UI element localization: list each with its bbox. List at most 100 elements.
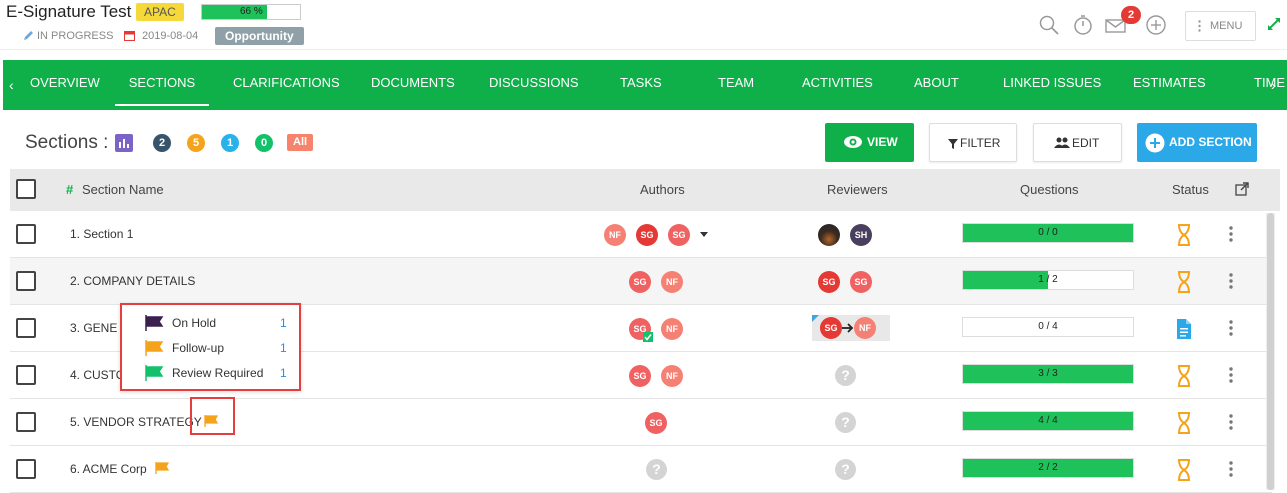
row-menu-icon[interactable] [1229,273,1233,289]
author-avatar[interactable]: SG [629,365,651,387]
unassigned-question-icon[interactable]: ? [835,412,856,433]
questions-count: 0 / 4 [1038,321,1058,332]
funnel-icon [948,139,958,149]
tab-overview[interactable]: OVERVIEW [30,60,100,106]
author-avatar[interactable]: NF [661,318,683,340]
hourglass-icon[interactable] [1176,271,1192,293]
menu-button[interactable]: MENU [1185,11,1256,41]
count-badge-green[interactable]: 0 [255,134,273,152]
tab-sections[interactable]: SECTIONS [115,60,209,106]
row-checkbox[interactable] [16,271,36,291]
flag-summary-popup: On Hold 1 Follow-up 1 Review Required 1 [120,303,301,391]
column-authors[interactable]: Authors [640,169,685,211]
tab-linked-issues[interactable]: LINKED ISSUES [1003,60,1101,106]
author-avatar[interactable]: NF [661,365,683,387]
flag-count[interactable]: 1 [280,314,287,332]
edit-button[interactable]: EDIT [1033,123,1122,162]
eye-icon [844,136,862,148]
row-menu-icon[interactable] [1229,226,1233,242]
row-checkbox[interactable] [16,365,36,385]
row-menu-icon[interactable] [1229,320,1233,336]
table-row[interactable]: 6. ACME Corp ? ? 2 / 2 [10,446,1272,493]
bar-chart-icon [119,139,129,148]
section-name[interactable]: 4. CUSTO [70,352,125,398]
unassigned-question-icon[interactable]: ? [646,459,667,480]
view-button[interactable]: VIEW [825,123,914,162]
tab-estimates[interactable]: ESTIMATES [1133,60,1206,106]
tab-tasks[interactable]: TASKS [620,60,662,106]
unassigned-question-icon[interactable]: ? [835,459,856,480]
tab-team[interactable]: TEAM [718,60,754,106]
add-section-button[interactable]: ADD SECTION [1137,123,1257,162]
column-section-name[interactable]: Section Name [82,169,164,211]
reviewer-avatar[interactable]: SH [850,224,872,246]
search-icon[interactable] [1038,14,1060,36]
section-name[interactable]: 3. GENE [70,305,117,351]
hourglass-icon[interactable] [1176,459,1192,481]
review-flow[interactable]: SG NF [812,315,890,341]
author-avatar[interactable]: SG [629,271,651,293]
reviewer-avatar[interactable]: SG [818,271,840,293]
hourglass-icon[interactable] [1176,365,1192,387]
caret-down-icon[interactable] [700,232,708,237]
count-badge-orange[interactable]: 5 [187,134,205,152]
nav-right-arrow-icon[interactable]: › [1271,77,1276,93]
all-filter-button[interactable]: All [287,134,314,151]
author-avatar[interactable]: SG [645,412,667,434]
row-menu-icon[interactable] [1229,414,1233,430]
reviewer-avatar[interactable]: SG [850,271,872,293]
expand-icon[interactable] [1267,17,1281,31]
tab-clarifications[interactable]: CLARIFICATIONS [233,60,340,106]
questions-progress: 2 / 2 [962,458,1134,478]
tab-discussions[interactable]: DISCUSSIONS [489,60,579,106]
table-row[interactable]: 2. COMPANY DETAILS SG NF SG SG 1 / 2 [10,258,1272,305]
tab-about[interactable]: ABOUT [914,60,959,106]
tab-documents[interactable]: DOCUMENTS [371,60,455,106]
column-questions[interactable]: Questions [1020,169,1079,211]
nav-left-arrow-icon[interactable]: ‹ [9,77,14,93]
unassigned-question-icon[interactable]: ? [835,365,856,386]
table-row[interactable]: 1. Section 1 NF SG SG SH 0 / 0 [10,211,1272,258]
flag-label: On Hold [172,316,217,330]
questions-count: 4 / 4 [1038,415,1058,426]
tab-time[interactable]: TIME [1254,60,1285,106]
flag-icon[interactable] [155,462,169,474]
author-avatar[interactable]: SG [668,224,690,246]
section-name[interactable]: 5. VENDOR STRATEGY [70,399,202,445]
filter-button[interactable]: FILTER [929,123,1017,162]
row-checkbox[interactable] [16,318,36,338]
row-checkbox[interactable] [16,224,36,244]
row-checkbox[interactable] [16,412,36,432]
reviewer-avatar-photo[interactable] [818,224,840,246]
column-status[interactable]: Status [1172,169,1209,211]
row-menu-icon[interactable] [1229,461,1233,477]
edit-label: EDIT [1072,136,1100,150]
external-link-icon[interactable] [1235,182,1249,196]
select-all-checkbox[interactable] [16,179,36,199]
section-name[interactable]: 2. COMPANY DETAILS [70,258,195,304]
tab-activities[interactable]: ACTIVITIES [802,60,873,106]
count-badge-dark[interactable]: 2 [153,134,171,152]
flag-label: Follow-up [172,341,225,355]
flag-highlight-box [190,397,235,435]
count-badge-blue[interactable]: 1 [221,134,239,152]
row-menu-icon[interactable] [1229,367,1233,383]
scrollbar[interactable] [1266,213,1275,490]
document-icon[interactable] [1176,318,1192,340]
author-avatar[interactable]: NF [661,271,683,293]
author-avatar[interactable]: SG [636,224,658,246]
author-avatar[interactable]: NF [604,224,626,246]
arrow-right-icon [842,323,854,333]
column-reviewers[interactable]: Reviewers [827,169,888,211]
chart-button[interactable] [115,134,133,152]
section-name[interactable]: 1. Section 1 [70,211,133,257]
section-name[interactable]: 6. ACME Corp [70,446,147,492]
hourglass-icon[interactable] [1176,224,1192,246]
hourglass-icon[interactable] [1176,412,1192,434]
flag-count[interactable]: 1 [280,364,287,382]
flag-count[interactable]: 1 [280,339,287,357]
timer-icon[interactable] [1072,14,1094,36]
row-checkbox[interactable] [16,459,36,479]
add-circle-icon[interactable] [1145,14,1167,36]
scrollbar-thumb[interactable] [1267,213,1274,490]
